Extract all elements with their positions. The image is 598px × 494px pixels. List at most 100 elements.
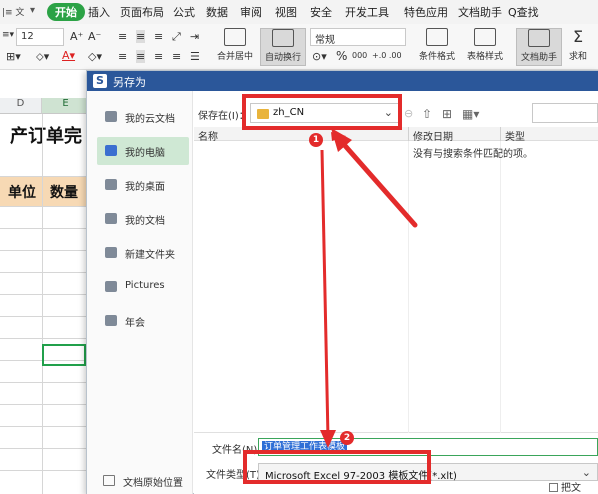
sidebar-item-pictures[interactable]: Pictures bbox=[97, 273, 189, 301]
sidebar-item-cloud-docs[interactable]: 我的云文档 bbox=[97, 103, 189, 131]
column-divider[interactable] bbox=[500, 127, 501, 141]
distribute-icon[interactable]: ☰ bbox=[190, 50, 200, 63]
conditional-format-icon bbox=[426, 28, 448, 46]
number-format-select[interactable]: 常规 bbox=[310, 28, 406, 46]
quick-access-fragment[interactable]: |≡ 文 bbox=[2, 5, 24, 18]
indent-icon[interactable]: ⇥ bbox=[190, 30, 199, 43]
save-in-select[interactable]: zh_CN ⌄ bbox=[250, 103, 400, 123]
search-input[interactable] bbox=[532, 103, 598, 123]
sidebar-item-label: 我的桌面 bbox=[125, 182, 165, 193]
font-name-fragment[interactable]: ≡▾ bbox=[2, 30, 14, 40]
justify-icon[interactable]: ≡ bbox=[172, 50, 181, 63]
sum-button[interactable]: Σ 求和 bbox=[560, 28, 596, 66]
empty-message: 没有与搜索条件匹配的项。 bbox=[413, 149, 533, 160]
filetype-value: Microsoft Excel 97-2003 模板文件(*.xlt) bbox=[265, 471, 457, 482]
up-folder-icon[interactable]: ⇧ bbox=[422, 107, 432, 121]
conditional-format-button[interactable]: 条件格式 bbox=[414, 28, 460, 66]
tab-view[interactable]: 视图 bbox=[275, 4, 297, 20]
tab-data[interactable]: 数据 bbox=[206, 4, 228, 20]
percent-button[interactable]: % bbox=[336, 49, 347, 63]
fill-color-icon[interactable]: ⬦▾ bbox=[36, 50, 49, 64]
table-style-button[interactable]: 表格样式 bbox=[462, 28, 508, 66]
save-option-checkbox[interactable]: 把文 bbox=[549, 479, 581, 494]
font-size-select[interactable]: 12 bbox=[16, 28, 64, 46]
chevron-down-icon: ⌄ bbox=[581, 466, 591, 479]
file-list-header: 名称 修改日期 类型 bbox=[194, 127, 598, 143]
align-right-icon[interactable]: ≡ bbox=[154, 50, 163, 63]
grid-line bbox=[0, 316, 90, 317]
header-cell-unit[interactable]: 单位 bbox=[8, 182, 36, 202]
font-size-value: 12 bbox=[21, 31, 34, 42]
tab-review[interactable]: 审阅 bbox=[240, 4, 262, 20]
shrink-font-icon[interactable]: A⁻ bbox=[88, 30, 101, 43]
table-style-label: 表格样式 bbox=[466, 52, 503, 62]
sidebar-item-my-desktop[interactable]: 我的桌面 bbox=[97, 171, 189, 199]
view-menu-icon[interactable]: ▦▾ bbox=[462, 107, 479, 121]
back-icon[interactable]: ⊖ bbox=[404, 107, 413, 120]
folder-outline-icon bbox=[103, 475, 115, 486]
number-format-value: 常规 bbox=[315, 35, 335, 46]
merge-label: 合并居中 bbox=[216, 52, 253, 62]
original-location-button[interactable]: 文档原始位置 bbox=[101, 472, 191, 490]
doc-helper-button[interactable]: 文档助手 bbox=[516, 28, 562, 66]
grid-line bbox=[0, 176, 90, 177]
border-icon[interactable]: ⊞▾ bbox=[6, 50, 21, 63]
new-folder-icon[interactable]: ⊞ bbox=[442, 107, 452, 121]
column-header-d[interactable]: D bbox=[0, 98, 42, 114]
tab-formula[interactable]: 公式 bbox=[173, 4, 195, 20]
clear-format-icon[interactable]: ◇▾ bbox=[88, 50, 102, 63]
font-color-icon[interactable]: A▾ bbox=[62, 49, 75, 62]
tab-doc-helper[interactable]: 文档助手 bbox=[458, 4, 502, 20]
doc-helper-icon bbox=[528, 29, 550, 47]
thousands-button[interactable]: 000 bbox=[352, 51, 367, 60]
align-top-icon[interactable]: ≡ bbox=[118, 30, 127, 43]
menu-bar: |≡ 文 ▾ 开始 插入 页面布局 公式 数据 审阅 视图 安全 开发工具 特色… bbox=[0, 0, 598, 24]
grid-line bbox=[42, 114, 43, 494]
tab-developer[interactable]: 开发工具 bbox=[345, 4, 389, 20]
grow-font-icon[interactable]: A⁺ bbox=[70, 30, 83, 43]
checkbox-label: 把文 bbox=[561, 483, 581, 494]
wrap-text-button[interactable]: 自动换行 bbox=[260, 28, 306, 66]
tab-page-layout[interactable]: 页面布局 bbox=[120, 4, 164, 20]
original-location-label: 文档原始位置 bbox=[123, 478, 183, 489]
sidebar-item-annual-meeting[interactable]: 年会 bbox=[97, 307, 189, 335]
sidebar-item-my-documents[interactable]: 我的文档 bbox=[97, 205, 189, 233]
column-header-e[interactable]: E bbox=[42, 98, 90, 114]
sum-label: 求和 bbox=[568, 52, 587, 62]
chevron-down-icon[interactable]: ▾ bbox=[30, 5, 35, 16]
grid-line bbox=[0, 272, 90, 273]
align-bottom-icon[interactable]: ≡ bbox=[154, 30, 163, 43]
header-cell-quantity[interactable]: 数量 bbox=[50, 182, 78, 202]
sidebar-item-my-computer[interactable]: 我的电脑 bbox=[97, 137, 189, 165]
grid-line bbox=[0, 426, 90, 427]
sidebar-item-new-folder[interactable]: 新建文件夹 bbox=[97, 239, 189, 267]
filetype-select[interactable]: Microsoft Excel 97-2003 模板文件(*.xlt) ⌄ bbox=[258, 463, 598, 482]
column-divider[interactable] bbox=[408, 127, 409, 141]
dialog-title-bar[interactable]: S 另存为 bbox=[87, 71, 598, 91]
sheet-title-fragment: 产订单完 bbox=[10, 126, 82, 147]
selected-cell[interactable] bbox=[42, 344, 86, 366]
filename-input[interactable]: 订单管理工作表模板 bbox=[258, 438, 598, 456]
folder-icon bbox=[257, 109, 269, 119]
grid-line bbox=[0, 228, 90, 229]
file-list[interactable]: 没有与搜索条件匹配的项。 bbox=[194, 141, 598, 433]
align-left-icon[interactable]: ≡ bbox=[118, 50, 127, 63]
filename-value: 订单管理工作表模板 bbox=[262, 441, 348, 453]
tab-insert[interactable]: 插入 bbox=[88, 4, 110, 20]
merge-center-button[interactable]: 合并居中 bbox=[212, 28, 258, 66]
decimal-buttons[interactable]: +.0 .00 bbox=[372, 51, 402, 60]
folder-icon bbox=[105, 315, 117, 326]
sigma-icon: Σ bbox=[572, 27, 584, 46]
tab-start[interactable]: 开始 bbox=[47, 3, 85, 21]
align-middle-icon[interactable]: ≡ bbox=[136, 30, 146, 43]
save-in-label: 保存在(I)： bbox=[198, 111, 249, 122]
rotate-text-icon[interactable]: ⤢ bbox=[172, 30, 181, 44]
align-center-icon[interactable]: ≡ bbox=[136, 50, 146, 63]
tab-security[interactable]: 安全 bbox=[310, 4, 332, 20]
grid-line bbox=[0, 206, 90, 207]
merge-icon bbox=[224, 28, 246, 46]
sidebar-item-label: Pictures bbox=[125, 280, 165, 291]
search-button[interactable]: Q查找 bbox=[508, 4, 539, 20]
currency-icon[interactable]: ⊙▾ bbox=[312, 50, 327, 63]
tab-features[interactable]: 特色应用 bbox=[404, 4, 448, 20]
